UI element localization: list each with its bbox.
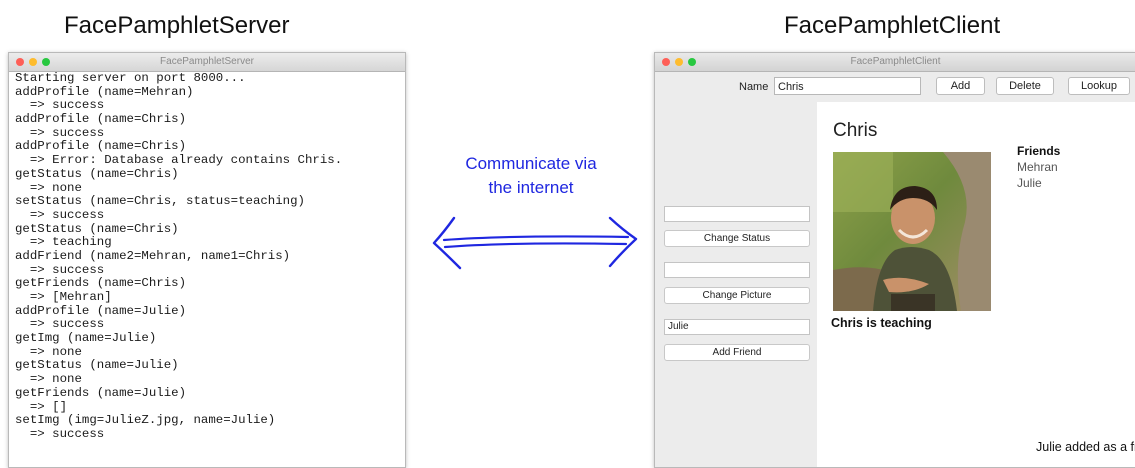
log-line: => Error: Database already contains Chri…: [15, 153, 343, 168]
profile-status: Chris is teaching: [831, 316, 932, 330]
client-heading: FacePamphletClient: [784, 12, 1001, 39]
log-line: => success: [15, 98, 105, 113]
lookup-button[interactable]: Lookup: [1068, 77, 1130, 95]
log-line: setStatus (name=Chris, status=teaching): [15, 194, 305, 209]
friends-heading: Friends: [1017, 144, 1061, 158]
client-titlebar: FacePamphletClient: [655, 53, 1135, 72]
communication-label-line2: the internet: [488, 178, 574, 197]
picture-input[interactable]: [664, 262, 810, 278]
client-window: FacePamphletClient Name Chris Add Delete…: [654, 52, 1135, 468]
log-line: getStatus (name=Chris): [15, 166, 179, 181]
client-sidebar: Change Status Change Picture Julie Add F…: [655, 102, 817, 467]
application-message: Julie added as a friend.: [1036, 440, 1135, 454]
log-line: getFriends (name=Chris): [15, 276, 187, 291]
log-line: getStatus (name=Chris): [15, 221, 179, 236]
profile-photo: [833, 152, 991, 311]
name-label: Name: [739, 81, 769, 93]
log-line: addProfile (name=Chris): [15, 139, 187, 154]
log-line: => success: [15, 317, 105, 332]
log-line: Starting server on port 8000...: [15, 71, 246, 85]
server-heading: FacePamphletServer: [64, 12, 290, 39]
log-line: => success: [15, 207, 105, 222]
profile-name: Chris: [833, 120, 878, 141]
change-status-button[interactable]: Change Status: [664, 230, 810, 247]
client-toolbar: Name Chris Add Delete Lookup: [655, 72, 1135, 102]
client-window-title: FacePamphletClient: [850, 56, 941, 67]
log-line: addFriend (name2=Mehran, name1=Chris): [15, 248, 291, 263]
status-input[interactable]: [664, 206, 810, 222]
log-line: getFriends (name=Julie): [15, 385, 187, 400]
server-window-title: FacePamphletServer: [160, 56, 254, 67]
log-line: setImg (img=JulieZ.jpg, name=Julie): [15, 413, 276, 428]
log-line: => success: [15, 125, 105, 140]
log-line: => [Mehran]: [15, 290, 112, 304]
log-line: addProfile (name=Chris): [15, 112, 187, 127]
name-input[interactable]: Chris: [774, 77, 921, 95]
log-line: => success: [15, 426, 105, 441]
communication-label: Communicate via the internet: [436, 152, 626, 200]
friend-input[interactable]: Julie: [664, 319, 810, 335]
log-line: getStatus (name=Julie): [15, 358, 179, 373]
log-line: => teaching: [15, 235, 112, 250]
server-titlebar: FacePamphletServer: [9, 53, 405, 72]
profile-display: Chris Chris is teaching Friends Mehran J…: [817, 102, 1135, 467]
server-window: FacePamphletServer Starting server on po…: [8, 52, 406, 468]
log-line: => []: [15, 399, 68, 414]
log-line: => none: [15, 180, 82, 195]
change-picture-button[interactable]: Change Picture: [664, 287, 810, 304]
log-line: => none: [15, 344, 82, 359]
log-line: addProfile (name=Julie): [15, 303, 187, 318]
log-line: getImg (name=Julie): [15, 331, 157, 346]
server-log[interactable]: Starting server on port 8000... addProfil…: [9, 71, 405, 442]
friend-item: Mehran: [1017, 160, 1058, 174]
add-button[interactable]: Add: [936, 77, 985, 95]
communication-label-line1: Communicate via: [465, 154, 597, 173]
log-line: => success: [15, 262, 105, 277]
add-friend-button[interactable]: Add Friend: [664, 344, 810, 361]
delete-button[interactable]: Delete: [996, 77, 1054, 95]
log-line: => none: [15, 372, 82, 387]
double-arrow-icon: [432, 216, 638, 270]
friend-item: Julie: [1017, 176, 1042, 190]
log-line: addProfile (name=Mehran): [15, 84, 194, 99]
